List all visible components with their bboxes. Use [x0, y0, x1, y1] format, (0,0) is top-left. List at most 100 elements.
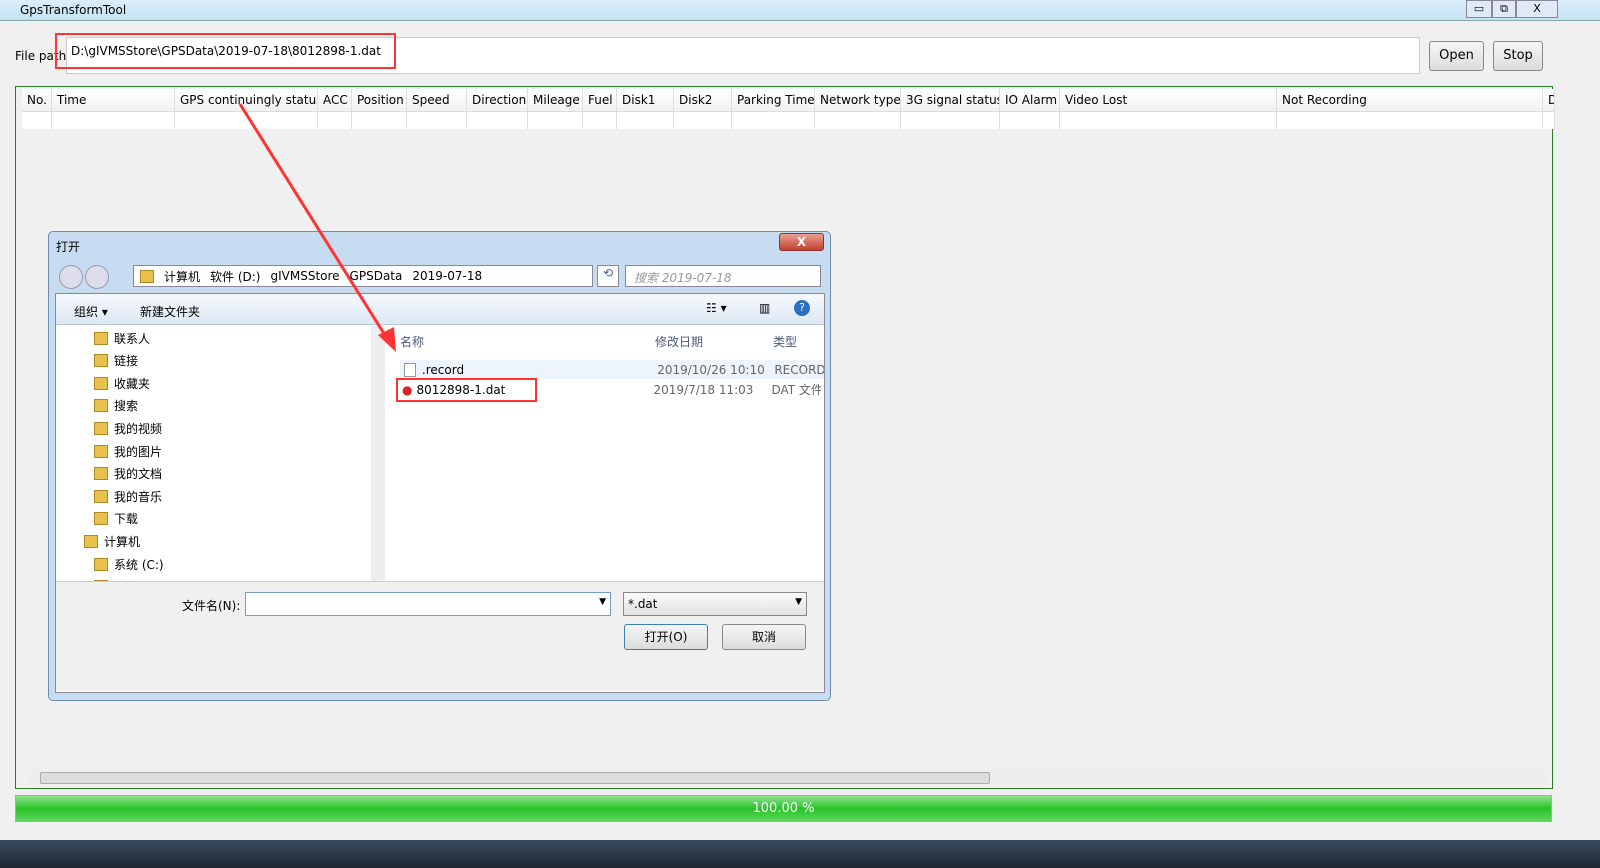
scrollbar-thumb[interactable]: [40, 772, 990, 784]
file-type: RECORD: [774, 362, 824, 377]
table-cell[interactable]: [617, 112, 674, 129]
column-header[interactable]: D: [1543, 89, 1555, 111]
table-cell[interactable]: [901, 112, 1000, 129]
column-type[interactable]: 类型: [773, 333, 797, 350]
refresh-icon[interactable]: ⟲: [597, 265, 619, 287]
dialog-open-button[interactable]: 打开(O): [624, 624, 708, 650]
column-header[interactable]: Mileage: [528, 89, 583, 111]
folder-icon: [94, 376, 108, 390]
column-header[interactable]: 3G signal status: [901, 89, 1000, 111]
column-header[interactable]: Position: [352, 89, 407, 111]
stop-button[interactable]: Stop: [1493, 41, 1543, 71]
organize-button[interactable]: 组织 ▾: [74, 303, 108, 320]
column-header[interactable]: Speed: [407, 89, 467, 111]
close-button[interactable]: X: [1516, 0, 1558, 18]
table-cell[interactable]: [52, 112, 175, 129]
folder-icon: [94, 354, 108, 368]
tree-item[interactable]: 链接: [94, 351, 138, 371]
column-header[interactable]: IO Alarm: [1000, 89, 1060, 111]
column-header[interactable]: Disk2: [674, 89, 732, 111]
column-header[interactable]: GPS continuingly status: [175, 89, 318, 111]
file-date: 2019/10/26 10:10: [657, 362, 765, 377]
table-cell[interactable]: [1060, 112, 1277, 129]
column-date[interactable]: 修改日期: [655, 333, 703, 350]
new-folder-button[interactable]: 新建文件夹: [140, 303, 200, 320]
column-header[interactable]: No.: [22, 89, 52, 111]
table-cell[interactable]: [815, 112, 901, 129]
file-date: 2019/7/18 11:03: [653, 382, 754, 397]
file-row[interactable]: .record 2019/10/26 10:10 RECORD: [400, 360, 824, 379]
breadcrumb-1[interactable]: 软件 (D:): [210, 268, 260, 285]
folder-tree[interactable]: 联系人链接收藏夹搜索我的视频我的图片我的文档我的音乐下载计算机系统 (C:)软件…: [56, 326, 371, 610]
tree-item[interactable]: 联系人: [94, 328, 150, 348]
column-header[interactable]: Network type: [815, 89, 901, 111]
table-cell[interactable]: [1543, 112, 1555, 129]
table-cell[interactable]: [407, 112, 467, 129]
tree-item[interactable]: 我的音乐: [94, 486, 162, 506]
table-cell[interactable]: [732, 112, 815, 129]
column-header[interactable]: Fuel: [583, 89, 617, 111]
back-button[interactable]: [59, 265, 83, 289]
column-name[interactable]: 名称: [400, 333, 424, 350]
breadcrumb-4[interactable]: 2019-07-18: [412, 269, 482, 283]
filter-value: *.dat: [628, 597, 658, 611]
tree-item-label: 链接: [114, 354, 139, 369]
filename-input[interactable]: ▼: [245, 592, 611, 616]
table-cell[interactable]: [1277, 112, 1543, 129]
tree-item[interactable]: 收藏夹: [94, 373, 150, 393]
table-cell[interactable]: [352, 112, 407, 129]
column-header[interactable]: Parking Time: [732, 89, 815, 111]
table-cell[interactable]: [528, 112, 583, 129]
restore-button[interactable]: ⧉: [1492, 0, 1516, 18]
tree-item-label: 下载: [114, 512, 139, 527]
dialog-title: 打开: [56, 240, 81, 254]
table-cell[interactable]: [318, 112, 352, 129]
breadcrumb-2[interactable]: gIVMSStore: [270, 269, 339, 283]
table-cell[interactable]: [674, 112, 732, 129]
help-icon[interactable]: ?: [794, 300, 810, 316]
preview-pane-icon[interactable]: ▥: [759, 301, 770, 315]
table-cell[interactable]: [583, 112, 617, 129]
table-cell[interactable]: [22, 112, 52, 129]
table-cell[interactable]: [175, 112, 318, 129]
file-list-header: 名称 修改日期 类型: [400, 330, 824, 352]
breadcrumb-3[interactable]: GPSData: [350, 269, 403, 283]
tree-item[interactable]: 我的文档: [94, 464, 162, 484]
tree-item-label: 系统 (C:): [114, 557, 164, 572]
tree-item[interactable]: 我的视频: [94, 418, 162, 438]
table-cell[interactable]: [467, 112, 528, 129]
tree-item[interactable]: 搜索: [94, 396, 138, 416]
window-title: GpsTransformTool: [20, 3, 127, 17]
dialog-toolbar: 组织 ▾ 新建文件夹 ☷ ▾ ▥ ?: [56, 294, 824, 325]
file-list[interactable]: 名称 修改日期 类型 .record 2019/10/26 10:10 RECO…: [386, 326, 824, 610]
forward-button[interactable]: [85, 265, 109, 289]
taskbar: [0, 840, 1600, 868]
filter-select[interactable]: *.dat ▼: [623, 592, 807, 616]
dialog-cancel-button[interactable]: 取消: [722, 624, 806, 650]
chevron-down-icon[interactable]: ▼: [599, 597, 606, 607]
open-button[interactable]: Open: [1429, 41, 1484, 71]
column-header[interactable]: Video Lost: [1060, 89, 1277, 111]
minimize-button[interactable]: ▭: [1466, 0, 1492, 18]
tree-item[interactable]: 计算机: [84, 531, 140, 551]
column-header[interactable]: Disk1: [617, 89, 674, 111]
tree-item[interactable]: 系统 (C:): [94, 554, 164, 574]
folder-icon: [94, 421, 108, 435]
column-header[interactable]: Direction: [467, 89, 528, 111]
dialog-close-button[interactable]: X: [779, 233, 824, 251]
horizontal-scrollbar[interactable]: [28, 770, 1548, 786]
column-header[interactable]: Not Recording: [1277, 89, 1543, 111]
table-row[interactable]: [22, 112, 1555, 129]
tree-item[interactable]: 我的图片: [94, 441, 162, 461]
breadcrumb-0[interactable]: 计算机: [164, 268, 200, 285]
file-name: .record: [421, 362, 465, 377]
dialog-body: 组织 ▾ 新建文件夹 ☷ ▾ ▥ ? 联系人链接收藏夹搜索 我的视频我的图片我的文…: [55, 293, 825, 693]
table-cell[interactable]: [1000, 112, 1060, 129]
address-bar[interactable]: 计算机 软件 (D:) gIVMSStore GPSData 2019-07-1…: [133, 265, 593, 287]
column-header[interactable]: Time: [52, 89, 175, 111]
search-input[interactable]: 搜索 2019-07-18: [625, 265, 821, 287]
view-icon[interactable]: ☷ ▾: [706, 301, 727, 315]
column-header[interactable]: ACC: [318, 89, 352, 111]
tree-scrollbar[interactable]: [371, 326, 385, 610]
tree-item[interactable]: 下载: [94, 509, 138, 529]
